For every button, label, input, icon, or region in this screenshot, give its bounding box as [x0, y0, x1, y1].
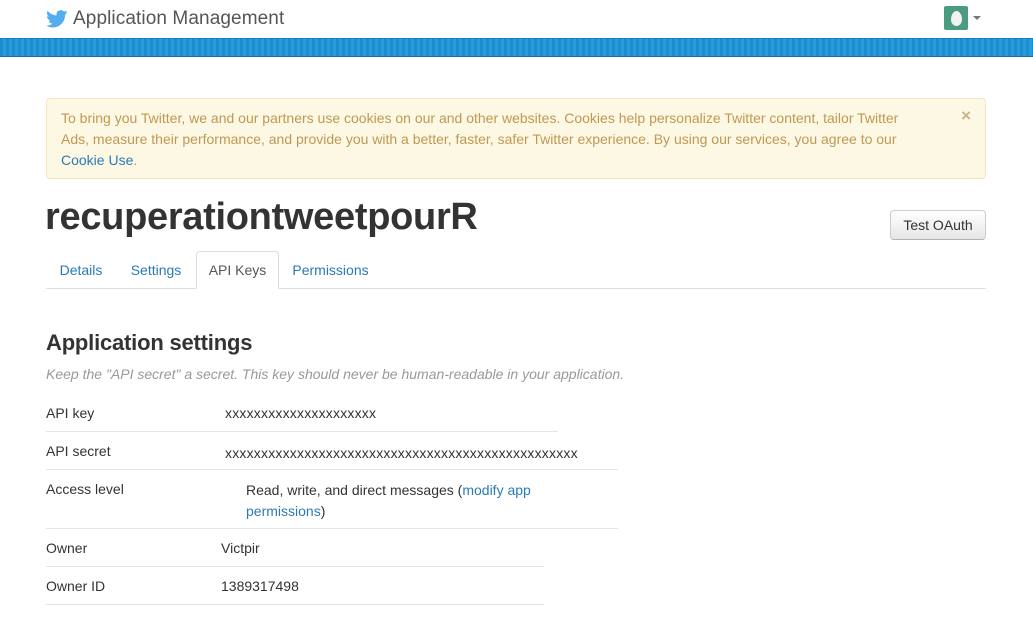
page-title: recuperationtweetpourR — [45, 196, 478, 238]
api-secret-value: xxxxxxxxxxxxxxxxxxxxxxxxxxxxxxxxxxxxxxxx… — [225, 445, 578, 461]
access-level-value: Read, write, and direct messages (modify… — [246, 480, 566, 522]
row-label: API secret — [46, 443, 111, 459]
access-level-close-paren: ) — [320, 503, 326, 519]
avatar[interactable] — [944, 6, 968, 30]
cookie-notice-period: . — [133, 152, 138, 168]
tab-settings[interactable]: Settings — [118, 251, 194, 289]
section-title: Application settings — [46, 330, 253, 355]
owner-value: Victpir — [221, 540, 260, 556]
owner-id-value: 1389317498 — [221, 578, 299, 594]
close-icon[interactable]: × — [961, 105, 971, 126]
app-header-title: Application Management — [73, 8, 285, 29]
tab-permissions[interactable]: Permissions — [281, 251, 380, 289]
default-egg-avatar-icon — [950, 10, 962, 26]
twitter-bird-icon — [46, 10, 68, 28]
row-label: API key — [46, 405, 95, 421]
header-stripe — [0, 38, 1033, 57]
tab-bar: Details Settings API Keys Permissions — [46, 251, 986, 289]
section-subtitle: Keep the "API secret" a secret. This key… — [46, 366, 625, 382]
row-label: Owner — [46, 540, 88, 556]
cookie-notice-text: To bring you Twitter, we and our partner… — [61, 110, 899, 147]
settings-row-access-level: Access level Read, write, and direct mes… — [46, 470, 618, 529]
brand[interactable]: Application Management — [46, 5, 284, 33]
top-navigation-bar: Application Management — [0, 0, 1033, 38]
tab-api-keys[interactable]: API Keys — [196, 251, 279, 289]
row-label: Owner ID — [46, 578, 106, 594]
tab-details[interactable]: Details — [46, 251, 116, 289]
cookie-use-link[interactable]: Cookie Use — [61, 152, 133, 168]
api-key-value: xxxxxxxxxxxxxxxxxxxxx — [225, 405, 377, 421]
cookie-notice: To bring you Twitter, we and our partner… — [46, 98, 986, 179]
settings-row-owner-id: Owner ID 1389317498 — [46, 567, 544, 605]
user-menu[interactable] — [944, 6, 981, 30]
test-oauth-button[interactable]: Test OAuth — [890, 210, 986, 240]
access-level-text: Read, write, and direct messages ( — [246, 482, 463, 498]
settings-row-api-key: API key xxxxxxxxxxxxxxxxxxxxx — [46, 398, 558, 432]
settings-row-owner: Owner Victpir — [46, 529, 544, 567]
chevron-down-icon[interactable] — [973, 16, 981, 20]
settings-row-api-secret: API secret xxxxxxxxxxxxxxxxxxxxxxxxxxxxx… — [46, 432, 618, 470]
row-label: Access level — [46, 481, 124, 497]
